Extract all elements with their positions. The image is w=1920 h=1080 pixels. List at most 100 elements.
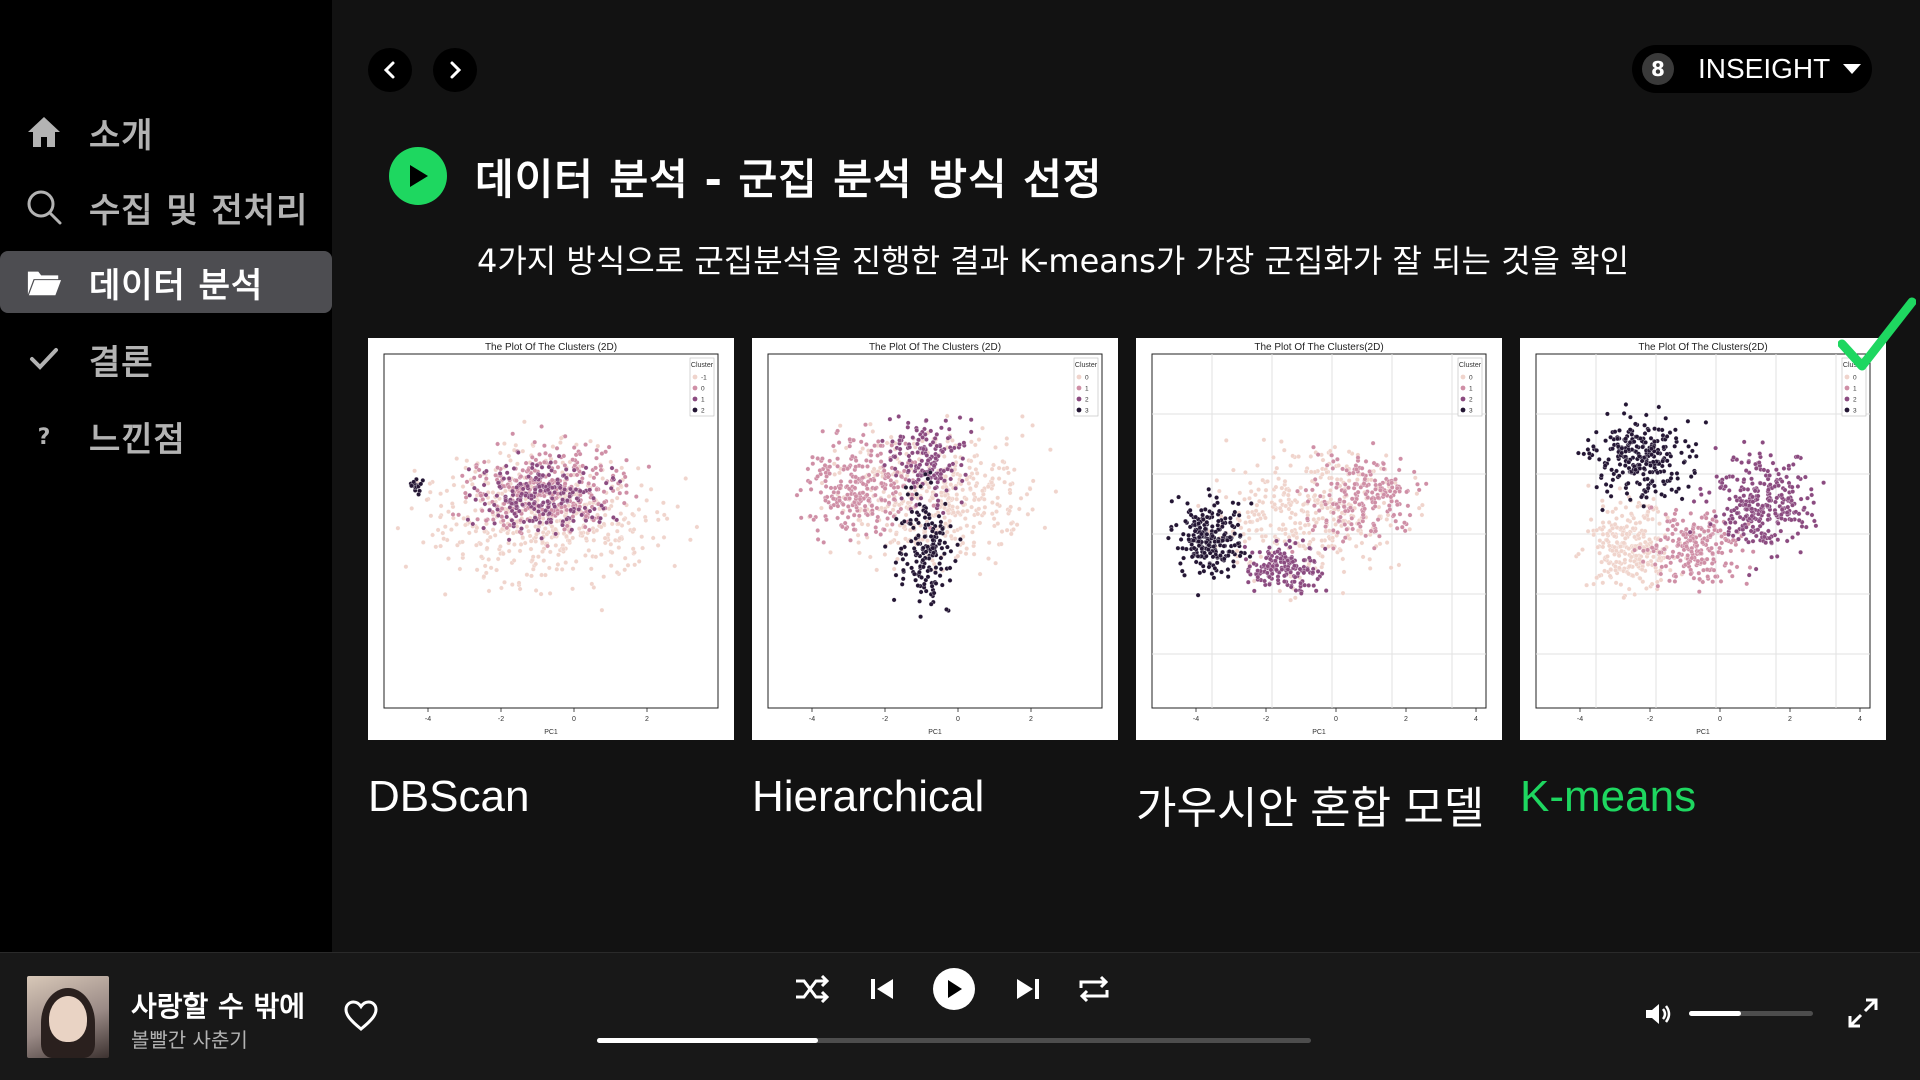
plot-card-dbscan: The Plot Of The Clusters (2D) Cluster -1 0… xyxy=(368,338,734,740)
svg-text:4: 4 xyxy=(1474,716,1478,723)
svg-text:0: 0 xyxy=(572,716,576,723)
svg-text:2: 2 xyxy=(1788,716,1792,723)
svg-text:4: 4 xyxy=(1858,716,1862,723)
svg-text:-1: -1 xyxy=(701,375,707,382)
page-title: 데이터 분석 - 군집 분석 방식 선정 xyxy=(475,155,1103,204)
selected-check-icon xyxy=(1838,297,1916,371)
sidebar-item-label: 데이터 분석 xyxy=(89,265,264,306)
svg-text:1: 1 xyxy=(701,397,705,404)
back-button[interactable] xyxy=(368,48,412,92)
plot-card-hierarchical: The Plot Of The Clusters (2D) Cluster 0 1 2… xyxy=(752,338,1118,740)
heart-icon[interactable] xyxy=(344,1000,378,1032)
home-icon xyxy=(26,114,62,150)
avatar: 8 xyxy=(1642,53,1674,85)
card-label-dbscan: DBScan xyxy=(368,772,530,821)
plot-card-kmeans: The Plot Of The Clusters(2D) Cluster 0 1 2 3… xyxy=(1520,338,1886,740)
plot-title: The Plot Of The Clusters(2D) xyxy=(1638,342,1768,353)
svg-text:PC1: PC1 xyxy=(544,729,558,736)
volume-fill xyxy=(1689,1011,1742,1016)
sidebar-item-conclusion[interactable]: 결론 xyxy=(0,328,332,390)
section-play-icon xyxy=(389,147,447,205)
volume-button[interactable] xyxy=(1644,1000,1674,1028)
chevron-left-icon xyxy=(383,61,395,79)
svg-text:3: 3 xyxy=(1853,408,1857,415)
plot-title: The Plot Of The Clusters (2D) xyxy=(484,342,618,353)
svg-text:Cluster: Cluster xyxy=(1075,362,1098,369)
svg-text:2: 2 xyxy=(1085,397,1089,404)
scatter-plot: Cluster0123-4 -2 0 2 4PC1 xyxy=(1535,353,1871,736)
card-label-hierarchical: Hierarchical xyxy=(752,772,985,821)
repeat-button[interactable] xyxy=(1077,974,1111,1004)
repeat-icon xyxy=(1079,975,1109,1003)
svg-text:1: 1 xyxy=(1853,386,1857,393)
profile-menu[interactable]: 8 INSEIGHT xyxy=(1632,45,1872,93)
plot-title: The Plot Of The Clusters(2D) xyxy=(1254,342,1384,353)
sidebar-item-label: 느낀점 xyxy=(89,419,186,460)
caret-down-icon xyxy=(1843,64,1861,74)
card-label-gmm: 가우시안 혼합 모델 xyxy=(1136,784,1485,833)
plot-card-gmm: The Plot Of The Clusters(2D) Cluster 0 1 2 3… xyxy=(1136,338,1502,740)
chevron-right-icon xyxy=(450,61,462,79)
svg-text:1: 1 xyxy=(1469,386,1473,393)
svg-text:2: 2 xyxy=(1029,716,1033,723)
svg-text:3: 3 xyxy=(1469,408,1473,415)
svg-text:Cluster: Cluster xyxy=(691,362,714,369)
svg-text:0: 0 xyxy=(956,716,960,723)
svg-text:-4: -4 xyxy=(1193,716,1199,723)
progress-bar[interactable] xyxy=(597,1038,1311,1043)
folder-icon xyxy=(26,264,62,300)
search-icon xyxy=(26,189,62,225)
song-title[interactable]: 사랑할 수 밖에 xyxy=(131,985,305,1025)
volume-icon xyxy=(1646,1004,1671,1024)
sidebar-item-label: 수집 및 전처리 xyxy=(89,190,309,231)
svg-text:0: 0 xyxy=(1469,375,1473,382)
play-icon xyxy=(948,980,962,998)
svg-text:-2: -2 xyxy=(1647,716,1653,723)
song-artist[interactable]: 볼빨간 사춘기 xyxy=(131,1024,248,1053)
svg-text:2: 2 xyxy=(1469,397,1473,404)
forward-button[interactable] xyxy=(433,48,477,92)
sidebar-item-intro[interactable]: 소개 xyxy=(0,101,332,163)
scatter-plot: Cluster 0 1 2 3 -4 -2 0 2 PC1 xyxy=(767,353,1103,736)
svg-text:Cluster: Cluster xyxy=(1459,362,1482,369)
fullscreen-button[interactable] xyxy=(1846,996,1880,1030)
sidebar-item-label: 소개 xyxy=(89,115,154,156)
svg-text:-2: -2 xyxy=(882,716,888,723)
volume-slider[interactable] xyxy=(1689,1011,1813,1016)
svg-text:0: 0 xyxy=(1334,716,1338,723)
page-subtitle: 4가지 방식으로 군집분석을 진행한 결과 K-means가 가장 군집화가 잘… xyxy=(477,242,1630,280)
svg-text:2: 2 xyxy=(701,408,705,415)
shuffle-button[interactable] xyxy=(794,974,830,1004)
svg-text:PC1: PC1 xyxy=(1696,729,1710,736)
svg-text:?: ? xyxy=(38,425,51,450)
svg-text:PC1: PC1 xyxy=(1312,729,1326,736)
svg-text:2: 2 xyxy=(1853,397,1857,404)
card-label-kmeans: K-means xyxy=(1520,772,1697,821)
svg-text:0: 0 xyxy=(701,386,705,393)
svg-text:0: 0 xyxy=(1718,716,1722,723)
svg-text:PC1: PC1 xyxy=(928,729,942,736)
check-icon xyxy=(26,341,62,377)
next-button[interactable] xyxy=(1014,976,1042,1002)
sidebar-item-label: 결론 xyxy=(89,342,154,383)
svg-text:-4: -4 xyxy=(425,716,431,723)
profile-name: INSEIGHT xyxy=(1698,53,1831,84)
plot-title: The Plot Of The Clusters (2D) xyxy=(868,342,1002,353)
sidebar-item-thoughts[interactable]: ? 느낀점 xyxy=(0,405,332,467)
question-icon: ? xyxy=(26,418,62,454)
sidebar-item-analysis[interactable]: 데이터 분석 xyxy=(0,251,332,313)
sidebar-item-collection[interactable]: 수집 및 전처리 xyxy=(0,176,332,238)
scatter-plot: Cluster -1 0 1 2 -4 -2 0 2 PC1 xyxy=(383,353,719,736)
album-art[interactable] xyxy=(27,976,109,1058)
svg-text:1: 1 xyxy=(1085,386,1089,393)
svg-text:-4: -4 xyxy=(809,716,815,723)
skip-back-icon xyxy=(871,979,893,999)
scatter-plot: Cluster0123-4 -2 0 2 4PC1 xyxy=(1151,353,1487,736)
svg-text:2: 2 xyxy=(1404,716,1408,723)
previous-button[interactable] xyxy=(868,976,896,1002)
svg-text:3: 3 xyxy=(1085,408,1089,415)
expand-icon xyxy=(1848,998,1878,1028)
svg-text:-4: -4 xyxy=(1577,716,1583,723)
play-button[interactable] xyxy=(933,968,975,1010)
skip-forward-icon xyxy=(1017,979,1039,999)
